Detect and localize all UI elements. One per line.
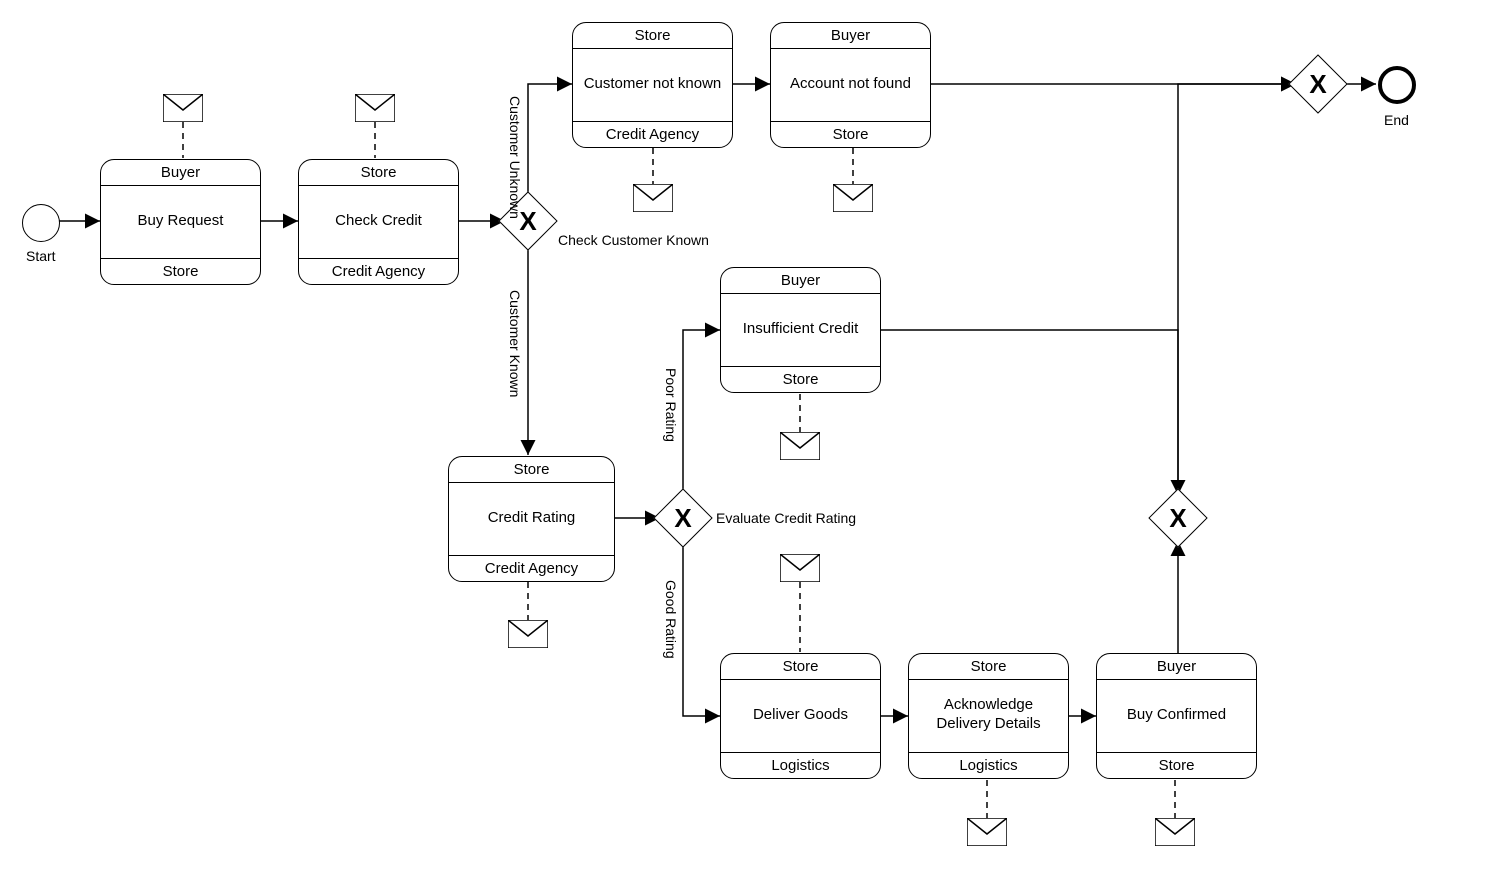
edge-label-poor-rating: Poor Rating [663, 368, 679, 442]
task-mid: Buy Confirmed [1097, 680, 1256, 750]
task-mid: Account not found [771, 49, 930, 119]
task-top: Store [299, 160, 458, 186]
task-buy-confirmed: Buyer Buy Confirmed Store [1096, 653, 1257, 779]
task-insufficient-credit: Buyer Insufficient Credit Store [720, 267, 881, 393]
task-top: Buyer [1097, 654, 1256, 680]
task-buy-request: Buyer Buy Request Store [100, 159, 261, 285]
task-mid: Deliver Goods [721, 680, 880, 750]
task-top: Store [573, 23, 732, 49]
task-acknowledge-delivery: Store Acknowledge Delivery Details Logis… [908, 653, 1069, 779]
task-check-credit: Store Check Credit Credit Agency [298, 159, 459, 285]
edge-g3-g4 [1178, 84, 1296, 495]
edge-g2-delivergoods [683, 541, 720, 716]
task-top: Buyer [721, 268, 880, 294]
task-bot: Store [721, 366, 880, 392]
envelope-icon [780, 554, 820, 582]
task-deliver-goods: Store Deliver Goods Logistics [720, 653, 881, 779]
task-top: Store [909, 654, 1068, 680]
task-customer-not-known: Store Customer not known Credit Agency [572, 22, 733, 148]
task-account-not-found: Buyer Account not found Store [770, 22, 931, 148]
edge-label-customer-known: Customer Known [507, 290, 523, 397]
task-top: Store [721, 654, 880, 680]
edge-label-customer-unknown: Customer Unknown [507, 96, 523, 219]
edge-insufcredit-g3 [881, 330, 1178, 495]
task-bot: Store [1097, 752, 1256, 778]
gateway-label-g2: Evaluate Credit Rating [716, 510, 856, 526]
envelope-icon [833, 184, 873, 212]
task-bot: Store [771, 121, 930, 147]
gateway-merge-lower: X [1157, 497, 1199, 539]
end-event [1378, 66, 1416, 104]
bpmn-diagram: Start End Buyer Buy Request Store Store … [0, 0, 1500, 873]
envelope-icon [163, 94, 203, 122]
gateway-merge-end: X [1297, 63, 1339, 105]
edge-label-good-rating: Good Rating [663, 580, 679, 659]
start-event [22, 204, 60, 242]
envelope-icon [508, 620, 548, 648]
task-mid: Acknowledge Delivery Details [909, 680, 1068, 750]
task-bot: Credit Agency [449, 555, 614, 581]
envelope-icon [633, 184, 673, 212]
end-label: End [1384, 112, 1409, 128]
task-mid: Customer not known [573, 49, 732, 119]
task-bot: Logistics [909, 752, 1068, 778]
task-mid: Credit Rating [449, 483, 614, 553]
task-credit-rating: Store Credit Rating Credit Agency [448, 456, 615, 582]
envelope-icon [780, 432, 820, 460]
task-mid: Buy Request [101, 186, 260, 256]
task-mid: Insufficient Credit [721, 294, 880, 364]
start-label: Start [26, 248, 56, 264]
envelope-icon [967, 818, 1007, 846]
task-mid: Check Credit [299, 186, 458, 256]
task-top: Buyer [101, 160, 260, 186]
task-bot: Credit Agency [299, 258, 458, 284]
task-top: Buyer [771, 23, 930, 49]
gateway-label-g1: Check Customer Known [558, 232, 709, 248]
edge-g2-insufcredit [683, 330, 720, 495]
gateway-evaluate-credit-rating: X [662, 497, 704, 539]
envelope-icon [1155, 818, 1195, 846]
edge-g1-custnotknown [528, 84, 572, 198]
task-top: Store [449, 457, 614, 483]
task-bot: Logistics [721, 752, 880, 778]
task-bot: Store [101, 258, 260, 284]
envelope-icon [355, 94, 395, 122]
task-bot: Credit Agency [573, 121, 732, 147]
